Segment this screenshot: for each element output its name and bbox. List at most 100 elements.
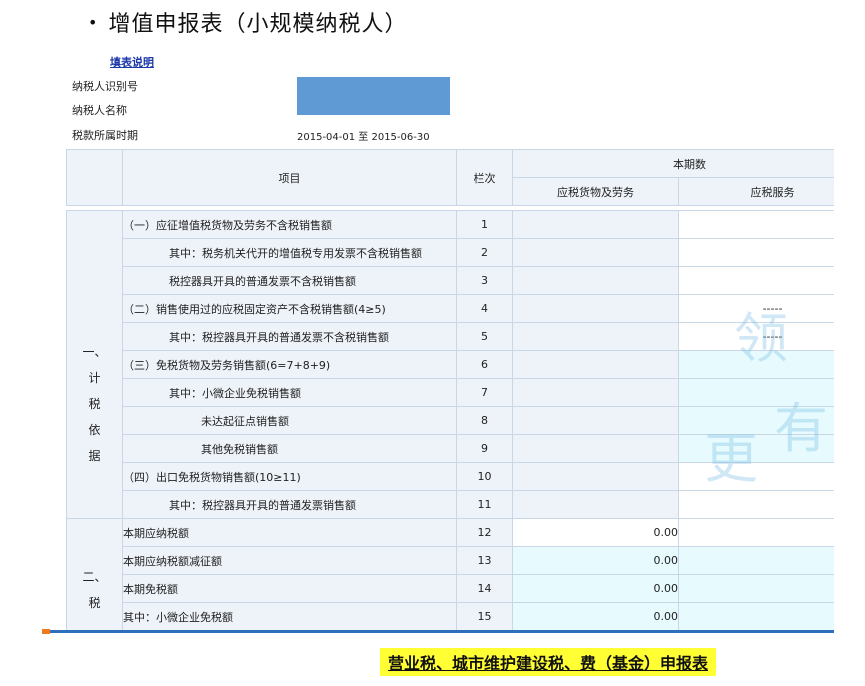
goods-value-cell[interactable] [512,490,679,519]
table-row: 其中：税控器具开具的普通发票不含税销售额 5 ----- [67,322,834,351]
row-label: 税控器具开具的普通发票不含税销售额 [122,266,457,295]
row-seq: 13 [456,546,513,575]
services-value-cell[interactable]: 0.0 [678,546,834,575]
services-value-cell[interactable]: 0.0 [678,518,834,547]
services-value-cell[interactable]: 0.0 [678,462,834,491]
period-value: 2015-04-01 至 2015-06-30 [297,132,430,143]
period-label: 税款所属时期 [72,129,138,142]
header-services: 应税服务 [678,177,834,206]
header-item: 项目 [122,149,457,206]
row-label: 未达起征点销售额 [122,406,457,435]
row-label: 其他免税销售额 [122,434,457,463]
row-label: 其中：税务机关代开的增值税专用发票不含税销售额 [122,238,457,267]
services-value-cell[interactable]: ----- [678,322,834,351]
services-value-cell[interactable]: 0.0 [678,238,834,267]
row-label: （三）免税货物及劳务销售额(6=7+8+9) [122,350,457,379]
table-row: 本期免税额140.000.0 [67,574,834,603]
row-label: 本期应纳税额减征额 [122,546,457,575]
header-goods: 应税货物及劳务 [512,177,679,206]
services-value-cell[interactable]: 0.0 [678,210,834,239]
goods-value-cell[interactable] [512,238,679,267]
goods-value-cell[interactable] [512,266,679,295]
row-label: （二）销售使用过的应税固定资产不含税销售额(4≥5) [122,294,457,323]
row-seq: 1 [456,210,513,239]
row-label: 其中：小微企业免税销售额 [122,378,457,407]
goods-value-cell[interactable] [512,462,679,491]
category-char: 二、 [82,569,107,584]
table-row: 本期应纳税额减征额130.000.0 [67,546,834,575]
table-row: 税控器具开具的普通发票不含税销售额3 0.0 [67,266,834,295]
goods-value-cell[interactable] [512,322,679,351]
table-row: （三）免税货物及劳务销售额(6=7+8+9)6 0.0 [67,350,834,379]
row-label: 其中：税控器具开具的普通发票销售额 [122,490,457,519]
row-seq: 4 [456,294,513,323]
services-value-cell[interactable]: ----- [678,294,834,323]
row-seq: 8 [456,406,513,435]
goods-value-cell[interactable]: 0.00 [512,546,679,575]
category-char: 一、 [82,344,107,359]
services-value-cell[interactable]: 0.0 [678,490,834,519]
header-current-period: 本期数 [512,149,834,178]
goods-value-cell[interactable]: 0.00 [512,574,679,603]
scroll-marker [42,629,50,634]
goods-value-cell[interactable] [512,294,679,323]
category-tax: 二、税 [66,518,123,631]
row-seq: 10 [456,462,513,491]
table-row: 其中：小微企业免税销售额7 0.0 [67,378,834,407]
table-row: （二）销售使用过的应税固定资产不含税销售额(4≥5) 4 ----- [67,294,834,323]
services-value-cell[interactable]: 0.0 [678,378,834,407]
goods-value-cell[interactable]: 0.00 [512,518,679,547]
services-value-cell[interactable]: 0.0 [678,350,834,379]
row-label: 其中：税控器具开具的普通发票不含税销售额 [122,322,457,351]
vat-return-table: 项目 栏次 本期数 应税货物及劳务 应税服务 一、计税依据（一）应征增值税货物及… [66,149,834,631]
category-char: 税 [88,396,101,411]
category-char: 计 [88,370,101,385]
goods-value-cell[interactable] [512,210,679,239]
services-value-cell[interactable]: 0.0 [678,574,834,603]
row-seq: 6 [456,350,513,379]
tax-form-screen: 填表说明 纳税人识别号 纳税人名称 税款所属时期 2015-04-01 至 20… [44,44,834,634]
row-seq: 3 [456,266,513,295]
services-value-cell[interactable]: 0.0 [678,602,834,631]
row-seq: 7 [456,378,513,407]
category-tax-basis: 一、计税依据 [66,210,123,519]
table-row: 未达起征点销售额8 0.0 [67,406,834,435]
row-seq: 15 [456,602,513,631]
slide-title-text: 增值申报表（小规模纳税人） [108,12,408,37]
horizontal-scrollbar[interactable] [44,630,834,633]
row-seq: 12 [456,518,513,547]
table-row: 一、计税依据（一）应征增值税货物及劳务不含税销售额10.0 [66,210,834,519]
goods-value-cell[interactable] [512,350,679,379]
row-seq: 9 [456,434,513,463]
table-row: 其他免税销售额9 0.0 [67,434,834,463]
help-link[interactable]: 填表说明 [110,54,154,70]
table-row: 其中：税务机关代开的增值税专用发票不含税销售额2 0.0 [67,238,834,267]
goods-value-cell[interactable] [512,406,679,435]
header-blank [66,149,123,206]
services-value-cell[interactable]: 0.0 [678,266,834,295]
services-value-cell[interactable]: 0.0 [678,434,834,463]
services-value-cell[interactable]: 0.0 [678,406,834,435]
goods-value-cell[interactable]: 0.00 [512,602,679,631]
table-row: 其中：小微企业免税额150.000.0 [67,602,834,631]
goods-value-cell[interactable] [512,434,679,463]
taxpayer-id-label: 纳税人识别号 [72,80,138,93]
category-char: 税 [88,595,101,610]
row-label: （一）应征增值税货物及劳务不含税销售额 [122,210,457,239]
header-seq: 栏次 [456,149,513,206]
row-seq: 11 [456,490,513,519]
row-seq: 2 [456,238,513,267]
table-row: 二、税本期应纳税额120.000.0 [66,518,834,631]
table-row: 其中：税控器具开具的普通发票销售额11 0.0 [67,490,834,519]
caption-highlight: 营业税、城市维护建设税、费（基金）申报表 [380,648,717,676]
goods-value-cell[interactable] [512,378,679,407]
redaction-block [297,77,450,115]
taxpayer-name-label: 纳税人名称 [72,104,127,117]
table-row: （四）出口免税货物销售额(10≥11)10 0.0 [67,462,834,491]
bullet-icon: • [88,13,99,32]
row-label: 本期应纳税额 [122,518,457,547]
category-char: 据 [88,448,101,463]
slide-title: • 增值申报表（小规模纳税人） [88,6,407,38]
row-label: 其中：小微企业免税额 [122,602,457,631]
row-label: （四）出口免税货物销售额(10≥11) [122,462,457,491]
